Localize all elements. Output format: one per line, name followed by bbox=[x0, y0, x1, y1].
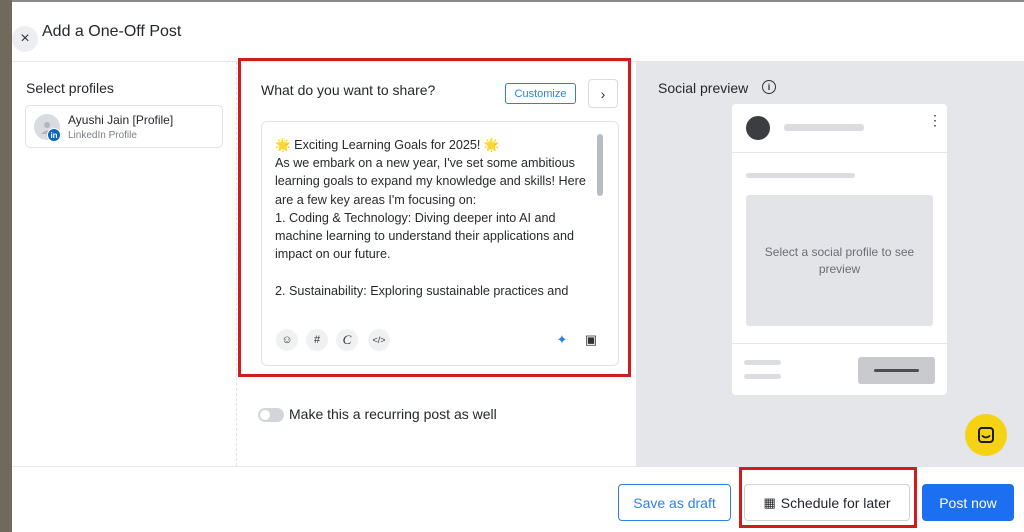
post-editor[interactable]: 🌟 Exciting Learning Goals for 2025! 🌟 As… bbox=[261, 121, 619, 366]
compose-section: What do you want to share? Customize › 🌟… bbox=[238, 58, 631, 377]
media-icon[interactable]: ▣ bbox=[580, 329, 602, 351]
recurring-toggle[interactable] bbox=[258, 408, 284, 422]
info-icon[interactable]: i bbox=[762, 80, 776, 94]
code-icon[interactable]: </> bbox=[368, 329, 390, 351]
chat-button[interactable] bbox=[965, 414, 1007, 456]
profile-card[interactable]: in Ayushi Jain [Profile] LinkedIn Profil… bbox=[25, 105, 223, 148]
preview-meta-placeholder bbox=[744, 360, 781, 365]
hashtag-icon[interactable]: # bbox=[306, 329, 328, 351]
modal-title: Add a One-Off Post bbox=[42, 23, 182, 40]
profiles-column: Select profiles in Ayushi Jain [Profile]… bbox=[12, 62, 237, 466]
preview-image-placeholder: Select a social profile to see preview bbox=[746, 195, 933, 326]
preview-placeholder-text: Select a social profile to see preview bbox=[764, 244, 915, 276]
compose-heading: What do you want to share? bbox=[261, 82, 436, 98]
divider bbox=[732, 343, 947, 344]
recurring-label: Make this a recurring post as well bbox=[289, 406, 497, 422]
select-profiles-heading: Select profiles bbox=[26, 80, 114, 96]
preview-meta-placeholder bbox=[744, 374, 781, 379]
post-text[interactable]: 🌟 Exciting Learning Goals for 2025! 🌟 As… bbox=[275, 136, 600, 300]
page-backdrop bbox=[0, 0, 12, 532]
modal-header: Add a One-Off Post bbox=[12, 2, 1024, 62]
chevron-right-icon[interactable]: › bbox=[588, 79, 618, 108]
schedule-label: Schedule for later bbox=[780, 494, 891, 511]
social-preview-panel: Social preview i ⋮ Select a social profi… bbox=[636, 62, 1024, 466]
divider bbox=[732, 152, 947, 153]
save-draft-button[interactable]: Save as draft bbox=[618, 484, 731, 521]
more-options-icon: ⋮ bbox=[928, 112, 942, 128]
profile-type: LinkedIn Profile bbox=[68, 130, 137, 141]
preview-card: ⋮ Select a social profile to see preview bbox=[732, 104, 947, 395]
modal-footer: Save as draft ▦ Schedule for later Post … bbox=[12, 466, 1024, 532]
preview-button-placeholder bbox=[858, 357, 935, 384]
linkedin-icon: in bbox=[47, 128, 61, 142]
profile-name: Ayushi Jain [Profile] bbox=[68, 113, 174, 127]
canva-icon[interactable]: C bbox=[336, 329, 358, 351]
add-post-modal: × Add a One-Off Post Select profiles in … bbox=[12, 2, 1024, 532]
customize-button[interactable]: Customize bbox=[505, 83, 576, 104]
close-icon[interactable]: × bbox=[12, 26, 38, 52]
preview-avatar-placeholder bbox=[746, 116, 770, 140]
post-now-button[interactable]: Post now bbox=[922, 484, 1014, 521]
calendar-icon: ▦ bbox=[763, 494, 776, 510]
editor-scrollbar[interactable] bbox=[597, 134, 603, 196]
chat-icon bbox=[978, 427, 994, 443]
schedule-later-button[interactable]: ▦ Schedule for later bbox=[744, 484, 910, 521]
preview-name-placeholder bbox=[784, 124, 864, 131]
preview-heading: Social preview bbox=[658, 80, 749, 96]
ai-sparkle-icon[interactable]: ✦ bbox=[551, 329, 573, 351]
preview-text-placeholder bbox=[746, 173, 855, 178]
emoji-icon[interactable]: ☺ bbox=[276, 329, 298, 351]
